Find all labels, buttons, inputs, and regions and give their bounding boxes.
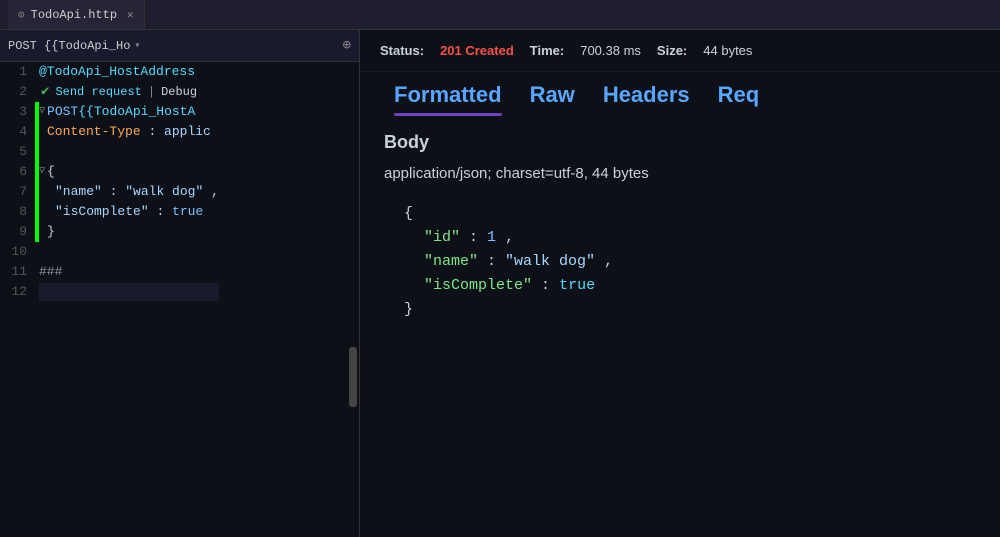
- content-type: application/json; charset=utf-8, 44 byte…: [384, 165, 976, 182]
- title-bar: ⊙ TodoApi.http ✕: [0, 0, 1000, 30]
- ln-12: 12: [0, 282, 27, 302]
- tab-request[interactable]: Req: [704, 78, 774, 116]
- dropdown-arrow-icon[interactable]: ▾: [134, 40, 140, 52]
- ln-5: 5: [0, 142, 27, 162]
- ln-6: 6: [0, 162, 27, 182]
- status-label: Status:: [380, 43, 424, 58]
- json-close-brace: }: [404, 298, 976, 322]
- code-line-1: @TodoApi_HostAddress: [39, 62, 339, 82]
- code-line-2: ✔ Send request | Debug: [39, 82, 339, 102]
- editor-scrollbar[interactable]: [347, 62, 359, 537]
- ln-3: 3: [0, 102, 27, 122]
- request-method-label: POST {{TodoApi_Ho: [8, 39, 130, 53]
- code-url: {{TodoApi_HostA: [78, 102, 195, 122]
- ln-4: 4: [0, 122, 27, 142]
- collapse-icon-3: ▽: [39, 102, 45, 122]
- lens-separator: |: [148, 82, 155, 102]
- editor-content: 1 2 3 4 5 6 7 8 9 10 11 12: [0, 62, 359, 537]
- code-line-3: ▽ POST {{TodoApi_HostA: [39, 102, 339, 122]
- response-tabs: Formatted Raw Headers Req: [360, 72, 1000, 116]
- json-open-brace: {: [404, 202, 976, 226]
- size-value: 44 bytes: [703, 43, 752, 58]
- ln-2: 2: [0, 82, 27, 102]
- status-value: 201 Created: [440, 43, 514, 58]
- code-line-4: Content-Type : applic: [39, 122, 339, 142]
- size-label: Size:: [657, 43, 687, 58]
- debug-link[interactable]: Debug: [161, 82, 197, 102]
- code-method: POST: [47, 102, 78, 122]
- code-separator: ###: [39, 262, 62, 282]
- code-header-key: Content-Type : applic: [39, 122, 211, 142]
- send-request-bar: ✔ Send request | Debug: [39, 82, 197, 102]
- editor-panel: POST {{TodoApi_Ho ▾ ⊕ 1 2 3 4 5 6 7 8 9 …: [0, 30, 360, 537]
- response-body: Body application/json; charset=utf-8, 44…: [360, 116, 1000, 537]
- send-request-link[interactable]: Send request: [55, 82, 141, 102]
- ln-1: 1: [0, 62, 27, 82]
- line-numbers: 1 2 3 4 5 6 7 8 9 10 11 12: [0, 62, 35, 537]
- tab-raw[interactable]: Raw: [516, 78, 589, 116]
- pin-icon: ⊙: [18, 8, 25, 22]
- code-editor[interactable]: @TodoApi_HostAddress ✔ Send request | De…: [39, 62, 347, 537]
- code-line-9: }: [39, 222, 339, 242]
- tab-filename: TodoApi.http: [31, 8, 117, 22]
- time-value: 700.38 ms: [580, 43, 641, 58]
- body-heading: Body: [384, 132, 976, 153]
- json-response: { "id" : 1 , "name" : "walk dog" , "isCo…: [384, 202, 976, 322]
- response-status-bar: Status: 201 Created Time: 700.38 ms Size…: [360, 30, 1000, 72]
- check-icon: ✔: [41, 82, 49, 102]
- response-panel: Status: 201 Created Time: 700.38 ms Size…: [360, 30, 1000, 537]
- code-line-7: "name" : "walk dog" ,: [39, 182, 339, 202]
- ln-8: 8: [0, 202, 27, 222]
- code-line-10: [39, 242, 339, 262]
- close-icon[interactable]: ✕: [127, 8, 134, 22]
- code-line-11: ###: [39, 262, 339, 282]
- ln-11: 11: [0, 262, 27, 282]
- request-selector[interactable]: POST {{TodoApi_Ho ▾: [8, 39, 140, 53]
- code-line-12[interactable]: [39, 282, 339, 302]
- json-id-line: "id" : 1 ,: [404, 226, 976, 250]
- new-request-input[interactable]: [39, 283, 219, 301]
- tab-formatted[interactable]: Formatted: [380, 78, 516, 116]
- scrollbar-thumb: [349, 347, 357, 407]
- editor-toolbar: POST {{TodoApi_Ho ▾ ⊕: [0, 30, 359, 62]
- code-variable: @TodoApi_HostAddress: [39, 62, 195, 82]
- file-tab[interactable]: ⊙ TodoApi.http ✕: [8, 0, 145, 29]
- ln-7: 7: [0, 182, 27, 202]
- json-iscomplete-line: "isComplete" : true: [404, 274, 976, 298]
- ln-9: 9: [0, 222, 27, 242]
- ln-10: 10: [0, 242, 27, 262]
- collapse-icon-6: ▽: [39, 162, 45, 182]
- main-content: POST {{TodoApi_Ho ▾ ⊕ 1 2 3 4 5 6 7 8 9 …: [0, 30, 1000, 537]
- time-label: Time:: [530, 43, 564, 58]
- code-line-5: [39, 142, 339, 162]
- code-line-6: ▽ {: [39, 162, 339, 182]
- add-request-button[interactable]: ⊕: [343, 37, 351, 54]
- tab-headers[interactable]: Headers: [589, 78, 704, 116]
- code-close-brace: }: [39, 222, 55, 242]
- code-line-8: "isComplete" : true: [39, 202, 339, 222]
- json-name-line: "name" : "walk dog" ,: [404, 250, 976, 274]
- code-open-brace: {: [47, 162, 55, 182]
